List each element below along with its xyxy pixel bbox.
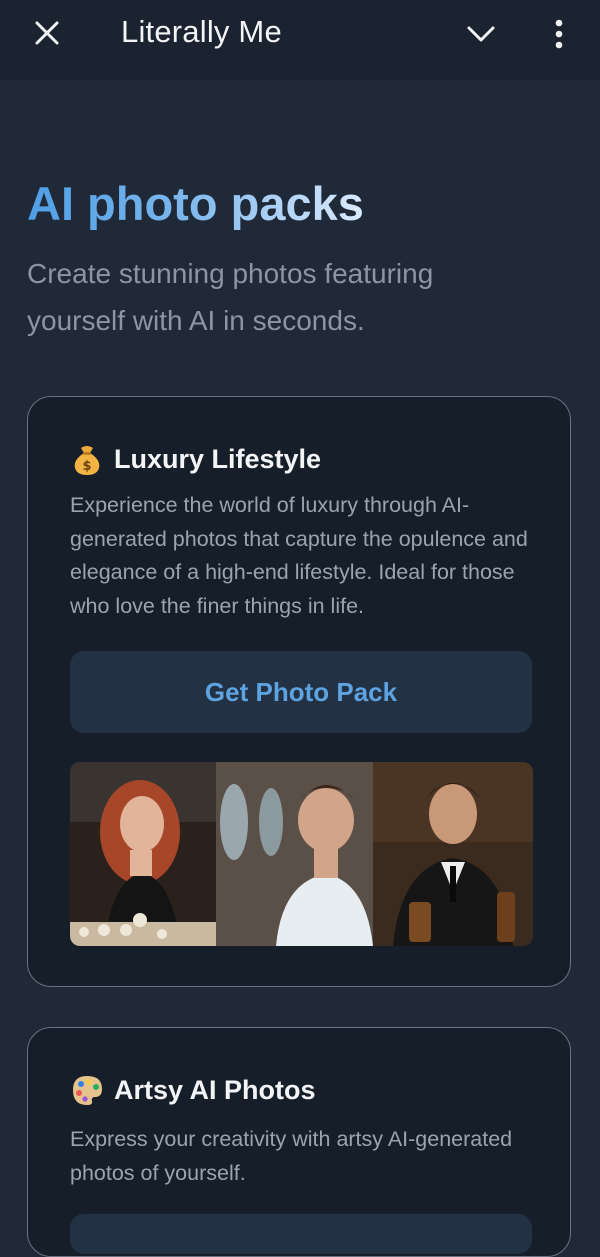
- sample-photos: [70, 762, 533, 946]
- artist-palette-icon: [73, 1076, 102, 1105]
- card-title: Artsy AI Photos: [114, 1074, 316, 1105]
- top-app-bar: Literally Me: [0, 0, 600, 80]
- sample-photo-man-suit: [373, 762, 533, 946]
- chevron-down-icon: [467, 26, 495, 42]
- photo-pack-card: $ Luxury Lifestyle Experience the world …: [27, 396, 571, 987]
- card-description: Experience the world of luxury through A…: [70, 493, 528, 618]
- app-title: Literally Me: [121, 14, 282, 49]
- close-icon: [35, 21, 59, 45]
- get-photo-pack-button[interactable]: Get Photo Pack: [70, 651, 532, 733]
- photo-pack-card: Artsy AI Photos Express your creativity …: [27, 1027, 571, 1257]
- card-header: $ Luxury Lifestyle: [70, 442, 321, 476]
- svg-text:$: $: [82, 459, 91, 474]
- more-vertical-icon: [555, 19, 563, 49]
- more-options-button[interactable]: [544, 14, 574, 54]
- expand-button[interactable]: [464, 18, 498, 50]
- sample-photo-man-jet: [216, 762, 373, 946]
- page-subtitle: Create stunning photos featuring yoursel…: [27, 258, 434, 336]
- photo-pack-button-partial[interactable]: [70, 1214, 532, 1254]
- close-button[interactable]: [30, 16, 64, 50]
- card-title: Luxury Lifestyle: [114, 443, 322, 474]
- page-title: AI photo packs: [27, 174, 364, 234]
- card-header: Artsy AI Photos: [70, 1073, 316, 1107]
- sample-photo-woman-chess: [70, 762, 216, 946]
- money-bag-icon: $: [74, 446, 100, 475]
- card-description: Express your creativity with artsy AI-ge…: [70, 1127, 513, 1185]
